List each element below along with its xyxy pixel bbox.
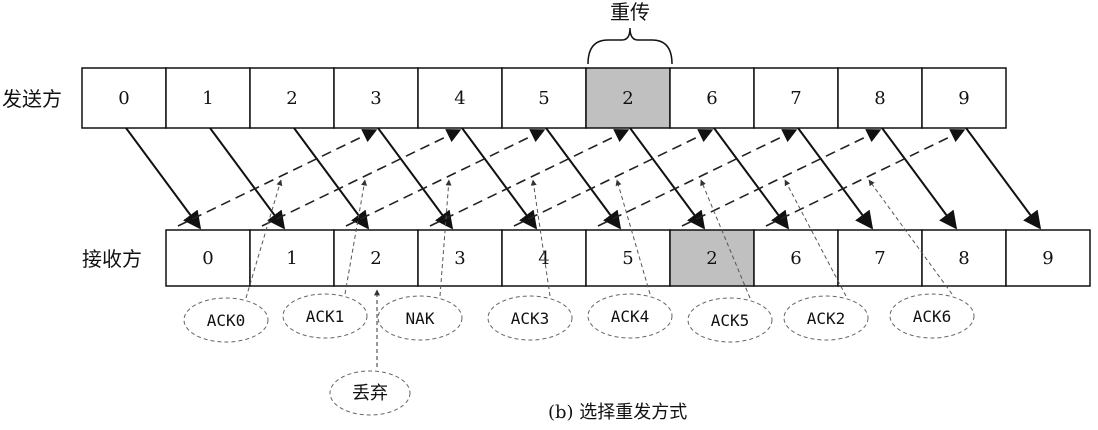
ack-bubble: ACK5 — [687, 297, 773, 343]
receiver-frame-number: 3 — [454, 248, 465, 269]
ack-label: ACK1 — [306, 307, 345, 326]
ack-bubbles: ACK0 ACK1 NAK ACK3 ACK4 ACK5 ACK2 ACK6 — [183, 293, 975, 343]
receiver-frame-cell: 5 — [585, 229, 671, 287]
ack-arrows — [177, 129, 966, 227]
data-frame-arrow — [713, 127, 790, 230]
sender-frame-cell: 8 — [837, 67, 923, 129]
ack-bubble: ACK4 — [587, 293, 673, 339]
sender-frame-number: 1 — [202, 88, 213, 109]
receiver-frame-number: 2 — [706, 248, 717, 269]
data-frame-arrow — [545, 127, 622, 230]
data-frame-arrow — [629, 127, 706, 230]
data-frame-arrow — [377, 127, 454, 230]
ack-arrow — [513, 129, 714, 227]
receiver-frame-number: 7 — [874, 248, 885, 269]
sender-frame-number: 7 — [790, 88, 801, 109]
data-frame-arrow — [461, 127, 538, 230]
receiver-frame-number: 1 — [286, 248, 297, 269]
sender-frame-cell: 6 — [669, 67, 755, 129]
data-frame-arrow — [125, 127, 202, 230]
sender-frame-cell: 9 — [921, 67, 1007, 129]
receiver-frame-cell: 9 — [1005, 229, 1091, 287]
sender-frame-cell: 1 — [165, 67, 251, 129]
diagram-caption: (b) 选择重发方式 — [548, 402, 687, 423]
receiver-frame-row: 01234526789 — [165, 229, 1091, 287]
sender-frame-row: 0 1 2 3 4 5 2 6 7 8 9 — [81, 67, 1007, 129]
receiver-frame-cell: 1 — [249, 229, 335, 287]
sender-frame-cell: 0 — [81, 67, 167, 129]
receiver-frame-number: 6 — [790, 248, 801, 269]
ack-bubble: NAK — [377, 295, 463, 341]
ack-bubble: ACK1 — [282, 293, 368, 339]
sender-frame-number: 0 — [118, 88, 129, 109]
data-frame-arrow — [209, 127, 286, 230]
ack-arrow — [177, 129, 378, 227]
ack-label: ACK0 — [207, 311, 246, 330]
sender-frame-cell: 7 — [753, 67, 839, 129]
sender-frame-cell: 2 — [585, 67, 671, 129]
receiver-frame-number: 9 — [1042, 248, 1053, 269]
data-frame-arrow — [797, 127, 874, 230]
sender-frame-number: 2 — [622, 88, 633, 109]
sender-frame-cell: 4 — [417, 67, 503, 129]
receiver-frame-cell: 0 — [165, 229, 251, 287]
retransmit-annotation: 重传 — [587, 0, 673, 65]
ack-label: ACK6 — [913, 307, 952, 326]
sender-frame-number: 8 — [874, 88, 885, 109]
receiver-frame-number: 2 — [370, 248, 381, 269]
ack-label: ACK2 — [807, 309, 846, 328]
ack-bubble: ACK3 — [487, 295, 573, 341]
ack-bubble: ACK0 — [183, 297, 269, 343]
ack-label: ACK3 — [511, 309, 550, 328]
discard-label: 丢弃 — [352, 383, 388, 404]
selective-repeat-diagram: 重传 发送方 01234526789 接收方 01234526789 ACK0A… — [2, 0, 1091, 423]
sender-frame-number: 3 — [370, 88, 381, 109]
receiver-label: 接收方 — [82, 247, 142, 271]
ack-arrow — [681, 129, 882, 227]
ack-arrow — [429, 129, 630, 227]
ack-label: ACK4 — [611, 307, 650, 326]
receiver-frame-cell: 6 — [753, 229, 839, 287]
ack-arrow — [597, 129, 798, 227]
data-frame-arrow — [293, 127, 370, 230]
retransmit-brace — [587, 27, 673, 65]
ack-arrow — [345, 129, 546, 227]
ack-bubble: ACK2 — [783, 295, 869, 341]
sender-frame-number: 4 — [454, 88, 465, 109]
sender-frame-cell: 5 — [501, 67, 587, 129]
receiver-frame-cell: 3 — [417, 229, 503, 287]
receiver-frame-number: 8 — [958, 248, 969, 269]
ack-label: ACK5 — [711, 311, 750, 330]
sender-frame-number: 9 — [958, 88, 969, 109]
sender-frame-number: 2 — [286, 88, 297, 109]
sender-label: 发送方 — [2, 87, 62, 111]
sender-frame-number: 5 — [538, 88, 549, 109]
ack-arrow — [765, 129, 966, 227]
data-frame-arrows — [125, 127, 1042, 230]
ack-label: NAK — [406, 309, 435, 328]
receiver-frame-number: 5 — [622, 248, 633, 269]
sender-frame-number: 6 — [706, 88, 717, 109]
data-frame-arrow — [965, 127, 1042, 230]
ack-arrow — [261, 129, 462, 227]
ack-bubble: ACK6 — [889, 293, 975, 339]
receiver-frame-number: 0 — [202, 248, 213, 269]
retransmit-label: 重传 — [610, 0, 650, 24]
receiver-frame-cell: 7 — [837, 229, 923, 287]
sender-frame-cell: 2 — [249, 67, 335, 129]
sender-frame-cell: 3 — [333, 67, 419, 129]
receiver-frame-cell: 8 — [921, 229, 1007, 287]
receiver-frame-cell: 2 — [333, 229, 419, 287]
